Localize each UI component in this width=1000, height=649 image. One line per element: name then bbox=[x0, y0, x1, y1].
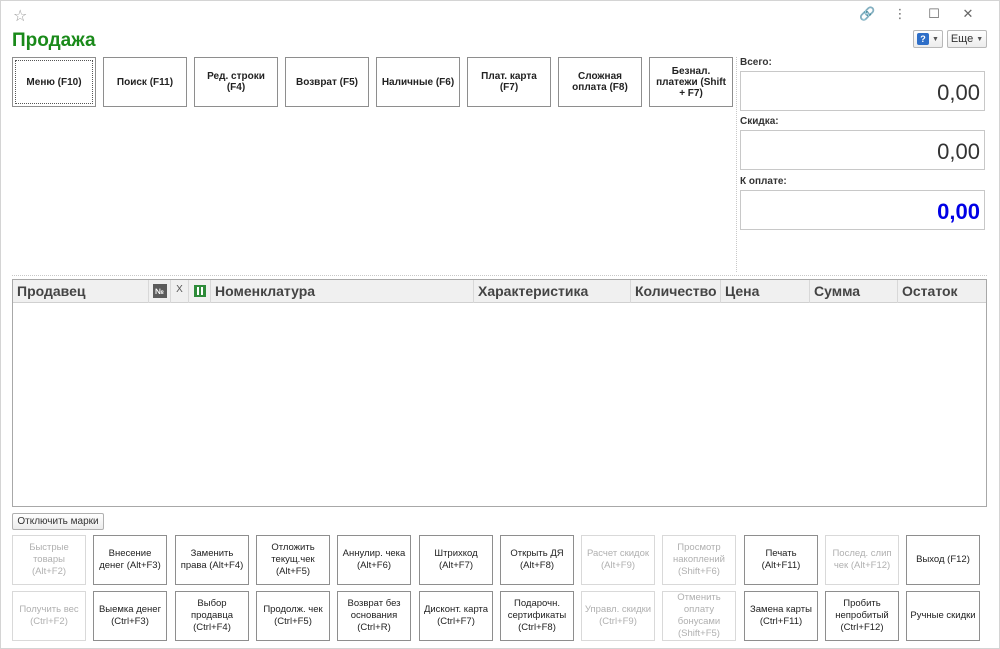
manual-discounts-button[interactable]: Ручные скидки bbox=[906, 591, 980, 641]
column-remainder[interactable]: Остаток bbox=[898, 280, 986, 303]
card-payment-button[interactable]: Плат. карта (F7) bbox=[467, 57, 551, 107]
last-slip-button: Послед. слип чек (Alt+F12) bbox=[825, 535, 899, 585]
hold-receipt-button[interactable]: Отложить текущ.чек (Alt+F5) bbox=[256, 535, 330, 585]
return-button[interactable]: Возврат (F5) bbox=[285, 57, 369, 107]
page-title: Продажа bbox=[12, 30, 96, 51]
column-number[interactable]: № bbox=[149, 280, 171, 303]
cash-in-button[interactable]: Внесение денег (Alt+F3) bbox=[93, 535, 167, 585]
chevron-down-icon: ▼ bbox=[932, 35, 939, 43]
column-quantity[interactable]: Количество bbox=[631, 280, 721, 303]
discount-label: Скидка: bbox=[740, 116, 779, 127]
quick-items-button: Быстрые товары (Alt+F2) bbox=[12, 535, 86, 585]
column-characteristic[interactable]: Характеристика bbox=[474, 280, 631, 303]
number-icon: № bbox=[152, 284, 167, 298]
get-weight-button: Получить вес (Ctrl+F2) bbox=[12, 591, 86, 641]
print-unprinted-button[interactable]: Пробить непробитый (Ctrl+F12) bbox=[825, 591, 899, 641]
select-seller-button[interactable]: Выбор продавца (Ctrl+F4) bbox=[175, 591, 249, 641]
disable-marks-button[interactable]: Отключить марки bbox=[12, 513, 104, 530]
cancel-bonus-payment-button: Отменить оплату бонусами (Shift+F5) bbox=[662, 591, 736, 641]
link-icon[interactable]: 🔗 bbox=[859, 6, 875, 22]
total-value: 0,00 bbox=[740, 71, 985, 111]
void-receipt-button[interactable]: Аннулир. чека (Alt+F6) bbox=[337, 535, 411, 585]
column-excel[interactable] bbox=[189, 280, 211, 303]
to-pay-label: К оплате: bbox=[740, 176, 787, 187]
window-controls: 🔗 ⋮ ☐ ✕ bbox=[859, 6, 975, 22]
cash-button[interactable]: Наличные (F6) bbox=[376, 57, 460, 107]
sales-table[interactable]: Продавец № X Номенклатура Характеристика… bbox=[12, 279, 987, 507]
manage-discounts-button: Управл. скидки (Ctrl+F9) bbox=[581, 591, 655, 641]
excel-icon bbox=[193, 285, 206, 297]
divider bbox=[12, 275, 987, 276]
resume-receipt-button[interactable]: Продолж. чек (Ctrl+F5) bbox=[256, 591, 330, 641]
to-pay-value: 0,00 bbox=[740, 190, 985, 230]
column-seller[interactable]: Продавец bbox=[13, 280, 149, 303]
exit-button[interactable]: Выход (F12) bbox=[906, 535, 980, 585]
print-button[interactable]: Печать (Alt+F11) bbox=[744, 535, 818, 585]
divider bbox=[736, 57, 737, 272]
column-item[interactable]: Номенклатура bbox=[211, 280, 474, 303]
complex-payment-button[interactable]: Сложная оплата (F8) bbox=[558, 57, 642, 107]
open-cash-drawer-button[interactable]: Открыть ДЯ (Alt+F8) bbox=[500, 535, 574, 585]
more-button-label: Еще bbox=[950, 33, 974, 45]
calc-discounts-button: Расчет скидок (Alt+F9) bbox=[581, 535, 655, 585]
x-column-label: X bbox=[176, 284, 183, 295]
total-label: Всего: bbox=[740, 57, 772, 68]
change-rights-button[interactable]: Заменить права (Alt+F4) bbox=[175, 535, 249, 585]
cashless-payment-button[interactable]: Безнал. платежи (Shift + F7) bbox=[649, 57, 733, 107]
discount-card-button[interactable]: Дисконт. карта (Ctrl+F7) bbox=[419, 591, 493, 641]
barcode-button[interactable]: Штрихкод (Alt+F7) bbox=[419, 535, 493, 585]
menu-button[interactable]: Меню (F10) bbox=[12, 57, 96, 107]
maximize-icon[interactable]: ☐ bbox=[927, 6, 941, 22]
column-x[interactable]: X bbox=[171, 280, 189, 303]
sales-window: ☆ 🔗 ⋮ ☐ ✕ Продажа ? ▼ Еще ▼ Меню (F10) П… bbox=[0, 0, 1000, 649]
more-button[interactable]: Еще ▼ bbox=[947, 30, 987, 48]
chevron-down-icon: ▼ bbox=[976, 35, 984, 43]
column-sum[interactable]: Сумма bbox=[810, 280, 898, 303]
discount-value: 0,00 bbox=[740, 130, 985, 170]
favorite-star-icon[interactable]: ☆ bbox=[13, 6, 27, 26]
close-icon[interactable]: ✕ bbox=[961, 6, 975, 22]
replace-card-button[interactable]: Замена карты (Ctrl+F11) bbox=[744, 591, 818, 641]
more-vertical-icon[interactable]: ⋮ bbox=[893, 6, 907, 22]
table-header: Продавец № X Номенклатура Характеристика… bbox=[13, 280, 986, 303]
edit-row-button[interactable]: Ред. строки (F4) bbox=[194, 57, 278, 107]
view-accruals-button: Просмотр накоплений (Shift+F6) bbox=[662, 535, 736, 585]
column-price[interactable]: Цена bbox=[721, 280, 810, 303]
gift-certificates-button[interactable]: Подарочн. сертификаты (Ctrl+F8) bbox=[500, 591, 574, 641]
search-button[interactable]: Поиск (F11) bbox=[103, 57, 187, 107]
return-no-basis-button[interactable]: Возврат без основания (Ctrl+R) bbox=[337, 591, 411, 641]
help-button[interactable]: ? ▼ bbox=[913, 30, 943, 48]
help-icon: ? bbox=[917, 33, 930, 45]
cash-out-button[interactable]: Выемка денег (Ctrl+F3) bbox=[93, 591, 167, 641]
